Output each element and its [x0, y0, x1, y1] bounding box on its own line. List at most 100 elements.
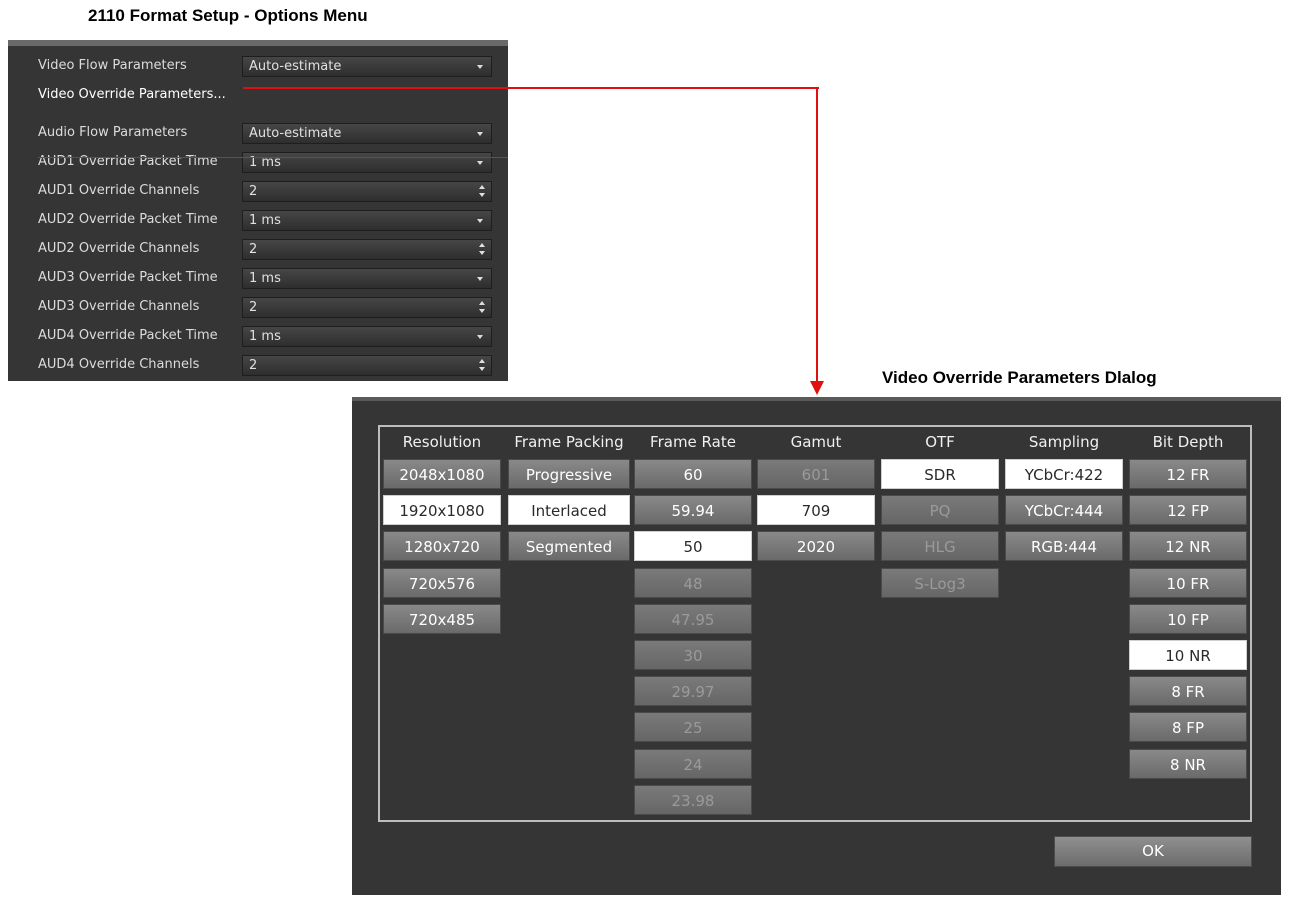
bit-depth-option-10-nr[interactable]: 10 NR: [1129, 640, 1247, 670]
spinner-arrows-icon[interactable]: [478, 301, 486, 315]
frame-rate-option-50[interactable]: 50: [634, 531, 752, 561]
frame-rate-option-30: 30: [634, 640, 752, 670]
menu-row-label: Video Flow Parameters: [38, 58, 187, 73]
column-header-frame-packing: Frame Packing: [514, 433, 624, 451]
chevron-down-icon: [477, 132, 483, 136]
frame-rate-option-47-95: 47.95: [634, 604, 752, 634]
chevron-down-icon: [477, 219, 483, 223]
menu-row-label: AUD4 Override Packet Time: [38, 328, 218, 343]
sampling-option-rgb-444[interactable]: RGB:444: [1005, 531, 1123, 561]
chevron-down-icon: [477, 161, 483, 165]
bit-depth-option-10-fp[interactable]: 10 FP: [1129, 604, 1247, 634]
frame-rate-option-23-98: 23.98: [634, 785, 752, 815]
spinner-down-icon[interactable]: [479, 367, 485, 371]
otf-option-sdr[interactable]: SDR: [881, 459, 999, 489]
dialog-caption: Video Override Parameters Dlalog: [882, 368, 1157, 387]
chevron-down-icon: [477, 277, 483, 281]
column-header-bit-depth: Bit Depth: [1152, 433, 1224, 451]
sampling-option-ycbcr-444[interactable]: YCbCr:444: [1005, 495, 1123, 525]
menu-dropdown[interactable]: Auto-estimate: [242, 56, 492, 77]
gamut-option-709[interactable]: 709: [757, 495, 875, 525]
column-header-sampling: Sampling: [1028, 433, 1100, 451]
frame-rate-option-24: 24: [634, 749, 752, 779]
spinner-up-icon[interactable]: [479, 243, 485, 247]
column-header-otf: OTF: [925, 433, 955, 451]
menu-control-value: 1 ms: [249, 329, 281, 344]
spinner-up-icon[interactable]: [479, 185, 485, 189]
column-header-gamut: Gamut: [790, 433, 842, 451]
menu-spinbox[interactable]: 2: [242, 181, 492, 202]
bit-depth-option-12-fp[interactable]: 12 FP: [1129, 495, 1247, 525]
spinner-arrows-icon[interactable]: [478, 243, 486, 257]
menu-row-label: AUD4 Override Channels: [38, 357, 200, 372]
connector-line-horizontal: [243, 87, 819, 89]
menu-dropdown[interactable]: Auto-estimate: [242, 123, 492, 144]
menu-row-video-override-parameters[interactable]: Video Override Parameters...: [8, 81, 508, 110]
menu-row-aud2-override-channels: AUD2 Override Channels 2: [8, 235, 508, 264]
resolution-option-1920x1080[interactable]: 1920x1080: [383, 495, 501, 525]
menu-dropdown[interactable]: 1 ms: [242, 326, 492, 347]
bit-depth-option-8-fr[interactable]: 8 FR: [1129, 676, 1247, 706]
menu-control-value: 1 ms: [249, 213, 281, 228]
connector-arrowhead: [810, 381, 824, 395]
spinner-arrows-icon[interactable]: [478, 185, 486, 199]
spinner-up-icon[interactable]: [479, 301, 485, 305]
frame-packing-option-progressive[interactable]: Progressive: [508, 459, 630, 489]
menu-row-aud3-override-packet-time: AUD3 Override Packet Time 1 ms: [8, 264, 508, 293]
menu-control-value: Auto-estimate: [249, 59, 342, 74]
menu-row-aud1-override-packet-time: AUD1 Override Packet Time 1 ms: [8, 148, 508, 177]
frame-rate-option-59-94[interactable]: 59.94: [634, 495, 752, 525]
spinner-down-icon[interactable]: [479, 251, 485, 255]
frame-rate-option-48: 48: [634, 568, 752, 598]
menu-control-value: 2: [249, 184, 258, 199]
menu-row-label: AUD1 Override Channels: [38, 183, 200, 198]
menu-spinbox[interactable]: 2: [242, 239, 492, 260]
menu-row-label: Audio Flow Parameters: [38, 125, 188, 140]
connector-line-vertical: [816, 87, 818, 383]
resolution-option-1280x720[interactable]: 1280x720: [383, 531, 501, 561]
frame-rate-option-25: 25: [634, 712, 752, 742]
frame-packing-option-interlaced[interactable]: Interlaced: [508, 495, 630, 525]
resolution-option-2048x1080[interactable]: 2048x1080: [383, 459, 501, 489]
sampling-option-ycbcr-422[interactable]: YCbCr:422: [1005, 459, 1123, 489]
spinner-down-icon[interactable]: [479, 193, 485, 197]
frame-rate-option-60[interactable]: 60: [634, 459, 752, 489]
menu-row-label: AUD2 Override Channels: [38, 241, 200, 256]
bit-depth-option-8-fp[interactable]: 8 FP: [1129, 712, 1247, 742]
menu-control-value: 1 ms: [249, 271, 281, 286]
menu-control-value: 2: [249, 242, 258, 257]
menu-spinbox[interactable]: 2: [242, 355, 492, 376]
spinner-arrows-icon[interactable]: [478, 359, 486, 373]
menu-spinbox[interactable]: 2: [242, 297, 492, 318]
chevron-down-icon: [477, 65, 483, 69]
bit-depth-option-12-nr[interactable]: 12 NR: [1129, 531, 1247, 561]
ok-button[interactable]: OK: [1054, 836, 1252, 867]
menu-row-aud1-override-channels: AUD1 Override Channels 2: [8, 177, 508, 206]
spinner-up-icon[interactable]: [479, 359, 485, 363]
frame-packing-option-segmented[interactable]: Segmented: [508, 531, 630, 561]
video-override-parameters-link[interactable]: Video Override Parameters...: [38, 87, 226, 102]
spinner-down-icon[interactable]: [479, 309, 485, 313]
menu-row-label: AUD3 Override Channels: [38, 299, 200, 314]
menu-row-video-flow-parameters: Video Flow Parameters Auto-estimate: [8, 52, 508, 81]
column-header-frame-rate: Frame Rate: [650, 433, 736, 451]
bit-depth-option-8-nr[interactable]: 8 NR: [1129, 749, 1247, 779]
resolution-option-720x485[interactable]: 720x485: [383, 604, 501, 634]
menu-dropdown[interactable]: 1 ms: [242, 268, 492, 289]
menu-row-label: AUD2 Override Packet Time: [38, 212, 218, 227]
menu-row-aud4-override-packet-time: AUD4 Override Packet Time 1 ms: [8, 322, 508, 351]
otf-option-hlg: HLG: [881, 531, 999, 561]
options-menu: Video Flow Parameters Auto-estimate Video …: [8, 40, 508, 381]
bit-depth-option-12-fr[interactable]: 12 FR: [1129, 459, 1247, 489]
menu-row-aud3-override-channels: AUD3 Override Channels 2: [8, 293, 508, 322]
menu-dropdown[interactable]: 1 ms: [242, 210, 492, 231]
menu-row-label: AUD3 Override Packet Time: [38, 270, 218, 285]
chevron-down-icon: [477, 335, 483, 339]
bit-depth-option-10-fr[interactable]: 10 FR: [1129, 568, 1247, 598]
gamut-option-2020[interactable]: 2020: [757, 531, 875, 561]
menu-row-audio-flow-parameters: Audio Flow Parameters Auto-estimate: [8, 119, 508, 148]
otf-option-s-log3: S-Log3: [881, 568, 999, 598]
resolution-option-720x576[interactable]: 720x576: [383, 568, 501, 598]
menu-dropdown[interactable]: 1 ms: [242, 152, 492, 173]
gamut-option-601: 601: [757, 459, 875, 489]
